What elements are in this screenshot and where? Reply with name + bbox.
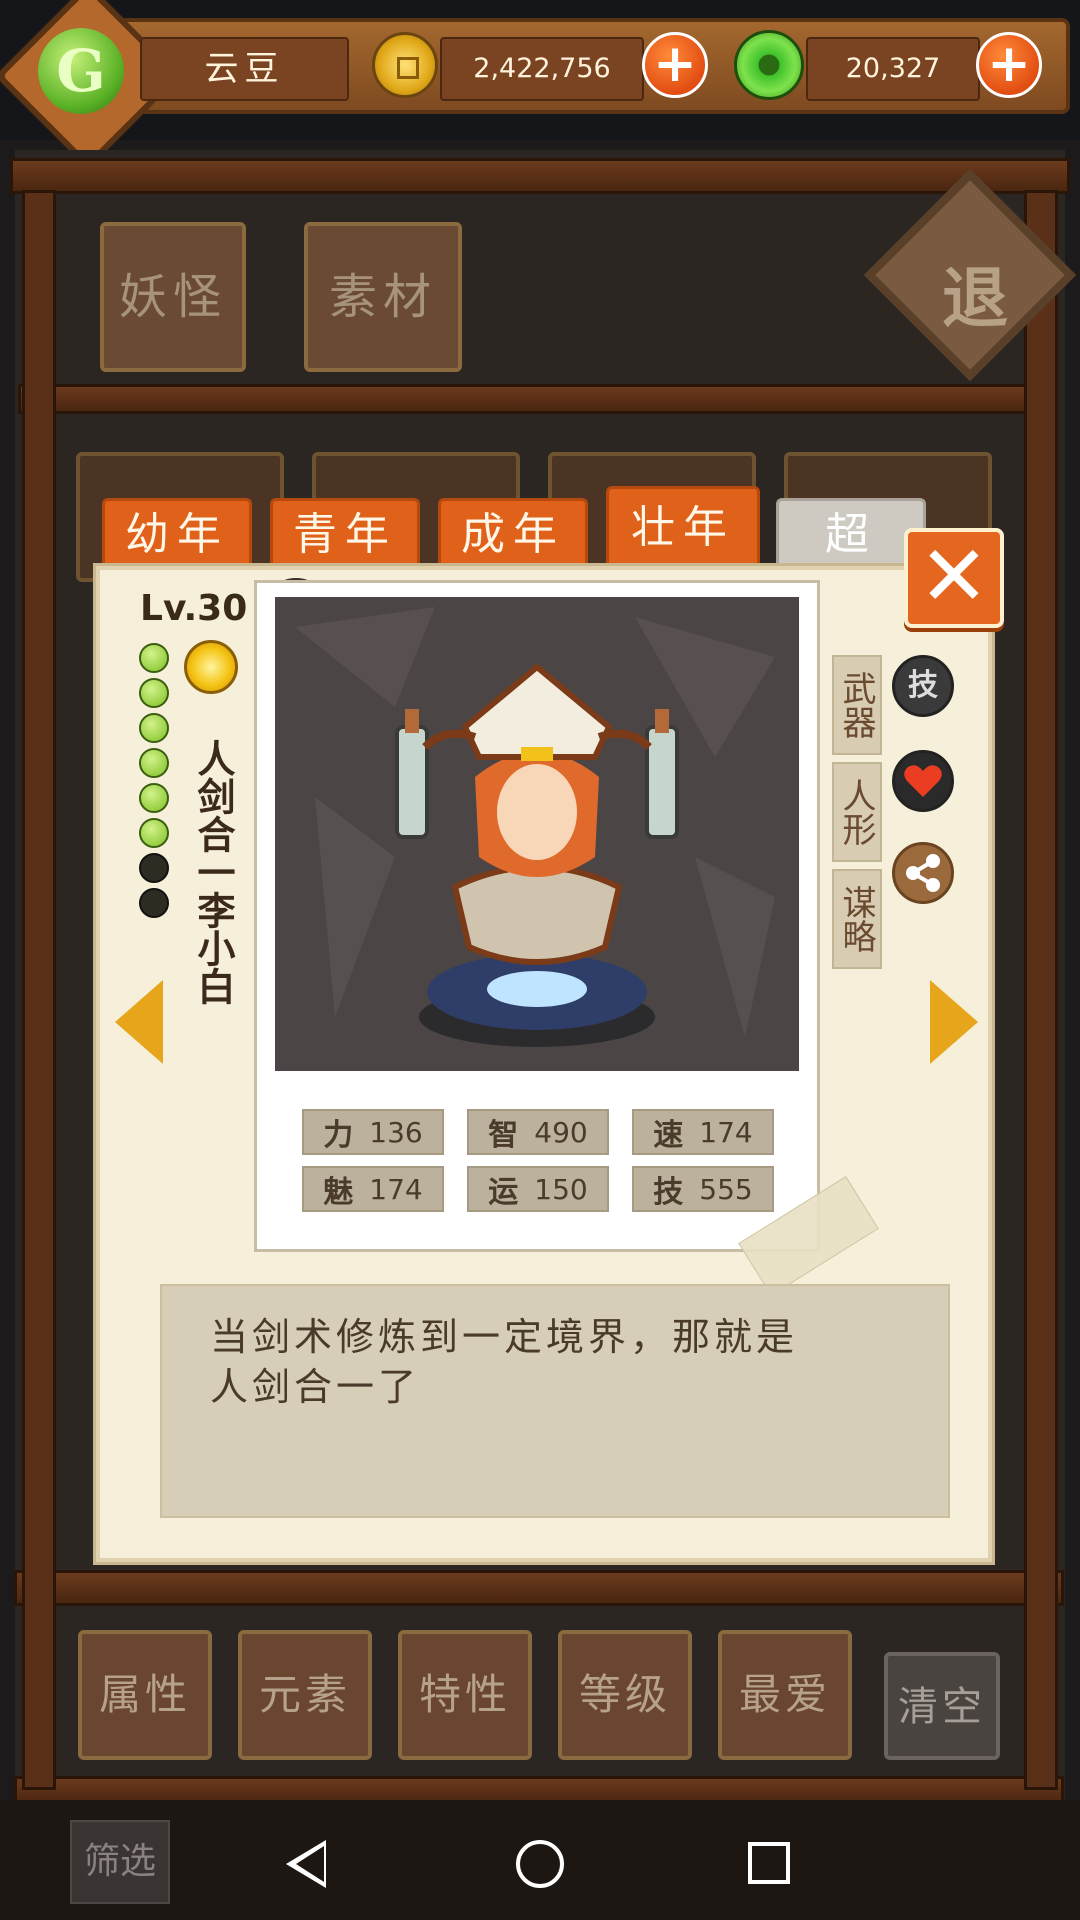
description-line-2: 人剑合一了 xyxy=(210,1365,421,1409)
add-jade-button[interactable]: + xyxy=(976,32,1042,98)
side-tab-strategy[interactable]: 谋略 xyxy=(832,869,882,969)
growth-dot xyxy=(139,748,169,778)
next-arrow-icon[interactable] xyxy=(930,980,978,1064)
character-portrait xyxy=(275,597,799,1071)
growth-dot xyxy=(139,888,169,918)
tab-youth[interactable]: 青年 xyxy=(270,498,420,570)
clear-button[interactable]: 清空 xyxy=(884,1652,1000,1760)
back-icon-inner xyxy=(296,1846,324,1882)
side-tab-weapon[interactable]: 武器 xyxy=(832,655,882,755)
left-post xyxy=(22,190,56,1790)
side-tab-human-form[interactable]: 人形 xyxy=(832,762,882,862)
player-name: 云豆 xyxy=(204,49,285,89)
character-name: 人剑合一李小白 xyxy=(191,739,235,1005)
share-icon[interactable] xyxy=(892,842,954,904)
middle-beam xyxy=(18,384,1058,414)
filter-favorite-button[interactable]: 最爱 xyxy=(718,1630,852,1760)
tab-monsters[interactable]: 妖怪 xyxy=(100,222,246,372)
home-icon[interactable] xyxy=(516,1840,564,1888)
close-button[interactable]: ✕ xyxy=(904,528,1004,628)
growth-dot xyxy=(139,643,169,673)
growth-dot xyxy=(139,678,169,708)
filter-level-button[interactable]: 等级 xyxy=(558,1630,692,1760)
stat-luck: 运 150 xyxy=(467,1166,609,1212)
jade-balance-box: 20,327 xyxy=(806,37,980,101)
add-gold-button[interactable]: + xyxy=(642,32,708,98)
growth-dot xyxy=(139,818,169,848)
growth-dots xyxy=(137,643,171,933)
top-beam xyxy=(10,158,1070,194)
filter-toggle[interactable]: 筛选 xyxy=(70,1820,170,1904)
lower-beam xyxy=(14,1570,1064,1606)
tab-prime[interactable]: 壮年 xyxy=(606,486,760,570)
character-description: 当剑术修炼到一定境界，那就是 人剑合一了 xyxy=(210,1312,910,1462)
filter-attribute-button[interactable]: 属性 xyxy=(78,1630,212,1760)
filter-trait-button[interactable]: 特性 xyxy=(398,1630,532,1760)
stat-intelligence: 智 490 xyxy=(467,1109,609,1155)
stat-strength: 力 136 xyxy=(302,1109,444,1155)
player-name-box: 云豆 xyxy=(140,37,349,101)
right-post xyxy=(1024,190,1058,1790)
recent-apps-icon[interactable] xyxy=(748,1842,790,1884)
stat-skill: 技 555 xyxy=(632,1166,774,1212)
gold-amount: 2,422,756 xyxy=(473,53,611,84)
previous-arrow-icon[interactable] xyxy=(115,980,163,1064)
dragon-icon[interactable]: G xyxy=(38,28,124,114)
jade-amount: 20,327 xyxy=(845,53,941,84)
filter-element-button[interactable]: 元素 xyxy=(238,1630,372,1760)
stat-speed: 速 174 xyxy=(632,1109,774,1155)
jade-icon xyxy=(734,30,804,100)
description-line-1: 当剑术修炼到一定境界，那就是 xyxy=(210,1315,799,1359)
level-label: Lv.30 xyxy=(140,588,248,629)
character-illustration xyxy=(295,607,775,1047)
growth-dot xyxy=(139,783,169,813)
gold-balance-box: 2,422,756 xyxy=(440,37,644,101)
tab-materials[interactable]: 素材 xyxy=(304,222,462,372)
gold-coin-icon xyxy=(372,32,438,98)
sun-element-icon xyxy=(184,640,238,694)
heart-icon[interactable] xyxy=(892,750,954,812)
tab-adult[interactable]: 成年 xyxy=(438,498,588,570)
exit-label[interactable]: 退 xyxy=(920,245,1030,337)
skill-icon[interactable]: 技 xyxy=(892,655,954,717)
stat-charm: 魅 174 xyxy=(302,1166,444,1212)
tab-childhood[interactable]: 幼年 xyxy=(102,498,252,570)
growth-dot xyxy=(139,853,169,883)
growth-dot xyxy=(139,713,169,743)
